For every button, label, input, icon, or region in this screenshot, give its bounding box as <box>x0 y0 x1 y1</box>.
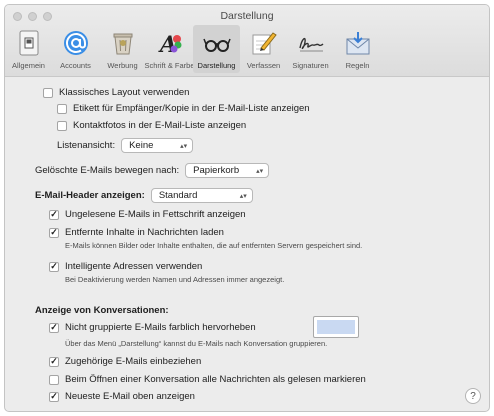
tab-label: Regeln <box>345 61 370 70</box>
tab-signaturen[interactable]: Signaturen <box>287 25 334 73</box>
tab-label: Accounts <box>60 61 91 70</box>
related-mail-checkbox[interactable]: ✓ <box>49 356 59 367</box>
chevron-updown-icon: ▴▾ <box>180 142 188 150</box>
deleted-mail-row: Gelöschte E-Mails bewegen nach: Papierko… <box>35 163 270 178</box>
chevron-updown-icon: ▴▾ <box>239 192 247 200</box>
deleted-mail-label: Gelöschte E-Mails bewegen nach: <box>35 165 180 176</box>
tab-label: Allgemein <box>12 61 45 70</box>
tab-werbung[interactable]: Werbung <box>99 25 146 73</box>
tab-label: Schrift & Farbe <box>144 61 195 70</box>
conversations-heading-row: Anzeige von Konversationen: <box>35 305 169 316</box>
titlebar: Darstellung Allgemein Accounts Werbung A… <box>5 5 489 77</box>
load-remote-option[interactable]: ✓ Entfernte Inhalte in Nachrichten laden <box>49 227 224 238</box>
mark-read-checkbox[interactable] <box>49 374 59 385</box>
unread-bold-checkbox[interactable]: ✓ <box>49 209 59 220</box>
mail-header-value: Standard <box>158 190 198 201</box>
tab-label: Werbung <box>107 61 138 70</box>
switch-icon <box>13 28 45 58</box>
contact-photos-option[interactable]: Kontaktfotos in der E-Mail-Liste anzeige… <box>57 120 246 131</box>
tab-label: Darstellung <box>197 61 236 70</box>
smart-addresses-option[interactable]: ✓ Intelligente Adressen verwenden <box>49 261 202 272</box>
newest-top-checkbox[interactable]: ✓ <box>49 391 59 402</box>
preferences-toolbar: Allgemein Accounts Werbung A Schrift & F… <box>5 25 489 77</box>
recipient-label-text: Etikett für Empfänger/Kopie in der E-Mai… <box>73 103 310 114</box>
signature-icon <box>295 28 327 58</box>
chevron-updown-icon: ▴▾ <box>256 167 264 175</box>
highlight-option[interactable]: ✓ Nicht gruppierte E-Mails farblich herv… <box>49 322 256 333</box>
classic-layout-label: Klassisches Layout verwenden <box>59 87 190 98</box>
classic-layout-option[interactable]: Klassisches Layout verwenden <box>43 87 189 98</box>
deleted-mail-select[interactable]: Papierkorb ▴▾ <box>185 163 270 178</box>
tab-label: Verfassen <box>246 61 281 70</box>
smart-addresses-checkbox[interactable]: ✓ <box>49 261 59 272</box>
related-mail-option[interactable]: ✓ Zugehörige E-Mails einbeziehen <box>49 356 201 367</box>
mail-header-row: E-Mail-Header anzeigen: Standard ▴▾ <box>35 188 253 203</box>
highlight-label: Nicht gruppierte E-Mails farblich hervor… <box>65 322 256 333</box>
list-view-label: Listenansicht: <box>57 140 116 151</box>
trash-icon <box>107 28 139 58</box>
highlight-color-well[interactable] <box>313 316 359 338</box>
glasses-icon <box>201 28 233 58</box>
newest-top-option[interactable]: ✓ Neueste E-Mail oben anzeigen <box>49 391 195 402</box>
preferences-window: Darstellung Allgemein Accounts Werbung A… <box>4 4 490 412</box>
mail-header-select[interactable]: Standard ▴▾ <box>150 188 253 203</box>
highlight-color-swatch <box>317 320 355 334</box>
contact-photos-label: Kontaktfotos in der E-Mail-Liste anzeige… <box>73 120 247 131</box>
smart-addresses-description: Bei Deaktivierung werden Namen und Adres… <box>65 275 285 284</box>
unread-bold-label: Ungelesene E-Mails in Fettschrift anzeig… <box>65 209 246 220</box>
load-remote-description: E-Mails können Bilder oder Inhalte entha… <box>65 241 363 250</box>
envelope-icon <box>342 28 374 58</box>
list-view-row: Listenansicht: Keine ▴▾ <box>57 138 194 153</box>
preferences-content: Klassisches Layout verwenden Etikett für… <box>5 78 489 411</box>
highlight-description: Über das Menü „Darstellung“ kannst du E-… <box>65 339 328 348</box>
conversations-heading: Anzeige von Konversationen: <box>35 305 169 316</box>
tab-regeln[interactable]: Regeln <box>334 25 381 73</box>
mail-header-label: E-Mail-Header anzeigen: <box>35 190 145 201</box>
load-remote-checkbox[interactable]: ✓ <box>49 227 59 238</box>
highlight-checkbox[interactable]: ✓ <box>49 322 59 333</box>
load-remote-label: Entfernte Inhalte in Nachrichten laden <box>65 227 224 238</box>
recipient-label-checkbox[interactable] <box>57 103 67 114</box>
classic-layout-checkbox[interactable] <box>43 87 53 98</box>
list-view-value: Keine <box>129 140 154 151</box>
tab-label: Signaturen <box>292 61 329 70</box>
related-mail-label: Zugehörige E-Mails einbeziehen <box>65 356 202 367</box>
pencil-icon <box>248 28 280 58</box>
contact-photos-checkbox[interactable] <box>57 120 67 131</box>
font-color-icon: A <box>154 28 186 58</box>
unread-bold-option[interactable]: ✓ Ungelesene E-Mails in Fettschrift anze… <box>49 209 246 220</box>
mark-read-label: Beim Öffnen einer Konversation alle Nach… <box>65 374 366 385</box>
window-title: Darstellung <box>220 10 274 22</box>
tab-allgemein[interactable]: Allgemein <box>5 25 52 73</box>
smart-addresses-label: Intelligente Adressen verwenden <box>65 261 203 272</box>
tab-schrift-farbe[interactable]: A Schrift & Farbe <box>144 25 195 73</box>
recipient-label-option[interactable]: Etikett für Empfänger/Kopie in der E-Mai… <box>57 103 310 114</box>
at-icon <box>60 28 92 58</box>
tab-darstellung[interactable]: Darstellung <box>193 25 240 73</box>
tab-verfassen[interactable]: Verfassen <box>240 25 287 73</box>
tab-accounts[interactable]: Accounts <box>52 25 99 73</box>
newest-top-label: Neueste E-Mail oben anzeigen <box>65 391 195 402</box>
help-button[interactable]: ? <box>465 388 481 404</box>
mark-read-option[interactable]: Beim Öffnen einer Konversation alle Nach… <box>49 374 366 385</box>
list-view-select[interactable]: Keine ▴▾ <box>121 138 194 153</box>
deleted-mail-value: Papierkorb <box>193 165 240 176</box>
